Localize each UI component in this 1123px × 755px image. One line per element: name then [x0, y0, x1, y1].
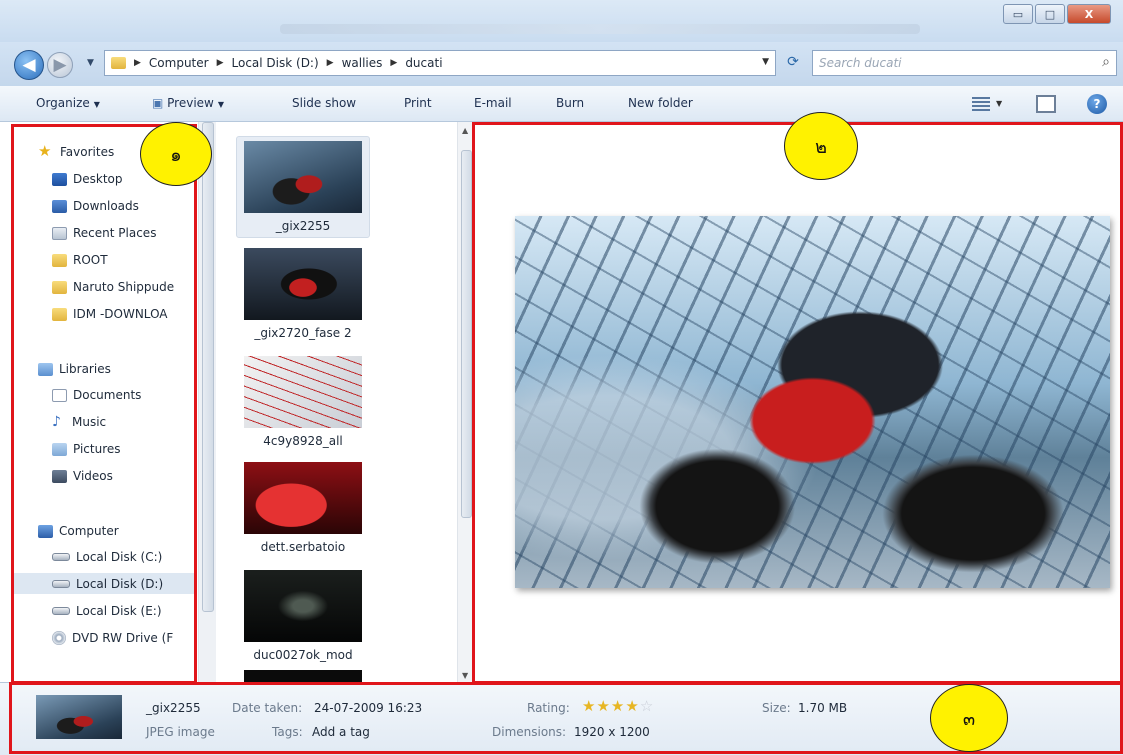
file-name: dett.serbatoio [260, 540, 346, 554]
nav-scroll-thumb[interactable] [202, 122, 214, 612]
command-toolbar: Organize ▼ ▣ Preview ▼ Slide show Print E-… [0, 86, 1123, 122]
highlight-box-navigation [11, 124, 197, 684]
file-thumbnail [244, 356, 362, 428]
scroll-down-icon[interactable]: ▼ [462, 671, 468, 680]
file-name: _gix2720_fase 2 [254, 326, 352, 340]
callout-2: ๒ [784, 112, 858, 180]
highlight-box-preview [472, 122, 1123, 684]
file-thumbnail [244, 248, 362, 320]
forward-button[interactable]: ▶ [47, 52, 73, 78]
breadcrumb-computer[interactable]: Computer [149, 56, 209, 70]
search-input[interactable]: Search ducati ⌕ [812, 50, 1117, 76]
preview-label: Preview [167, 96, 214, 110]
scroll-up-icon[interactable]: ▲ [462, 126, 468, 135]
title-bar: ▭ □ X [0, 0, 1123, 42]
chevron-right-icon[interactable]: ▶ [327, 58, 334, 68]
file-thumbnail [244, 570, 362, 642]
organize-button[interactable]: Organize ▼ [36, 96, 100, 110]
file-list-scroll-thumb[interactable] [461, 150, 472, 518]
maximize-button[interactable]: □ [1035, 4, 1065, 24]
chevron-right-icon[interactable]: ▶ [390, 58, 397, 68]
print-button[interactable]: Print [404, 96, 432, 110]
file-name: 4c9y8928_all [263, 434, 343, 448]
blurred-url-bar [280, 24, 920, 34]
chevron-down-icon: ▼ [93, 100, 100, 109]
slideshow-button[interactable]: Slide show [292, 96, 356, 110]
file-thumbnail [244, 141, 362, 213]
file-item-gix2720[interactable]: _gix2720_fase 2 [236, 244, 370, 344]
file-name: duc0027ok_mod [253, 648, 353, 662]
address-bar[interactable]: ▶ Computer ▶ Local Disk (D:) ▶ wallies ▶… [104, 50, 776, 76]
recent-pages-dropdown[interactable]: ▼ [87, 58, 94, 68]
search-icon[interactable]: ⌕ [1102, 54, 1110, 70]
chevron-down-icon: ▼ [217, 100, 225, 109]
new-folder-button[interactable]: New folder [628, 96, 693, 110]
file-name: _gix2255 [275, 219, 331, 233]
chevron-right-icon[interactable]: ▶ [217, 58, 224, 68]
callout-3: ๓ [930, 684, 1008, 752]
chevron-down-icon[interactable]: ▼ [996, 99, 1002, 108]
preview-icon: ▣ [152, 96, 168, 110]
window-controls: ▭ □ X [1003, 4, 1111, 24]
folder-icon [111, 57, 126, 69]
change-view-icon[interactable] [972, 97, 990, 111]
file-thumbnail [244, 462, 362, 534]
file-item-gix2255[interactable]: _gix2255 [236, 136, 370, 238]
callout-1: ๑ [140, 122, 212, 186]
organize-label: Organize [36, 96, 90, 110]
address-row: ◀ ▶ ▼ ▶ Computer ▶ Local Disk (D:) ▶ wal… [0, 42, 1123, 86]
chevron-right-icon[interactable]: ▶ [134, 58, 141, 68]
preview-button[interactable]: ▣ Preview ▼ [152, 96, 224, 110]
burn-button[interactable]: Burn [556, 96, 584, 110]
file-item-dett-serbatoio[interactable]: dett.serbatoio [236, 458, 370, 558]
breadcrumb-wallies[interactable]: wallies [342, 56, 383, 70]
minimize-button[interactable]: ▭ [1003, 4, 1033, 24]
help-icon[interactable]: ? [1087, 94, 1107, 114]
file-list: _gix2255 _gix2720_fase 2 4c9y8928_all de… [216, 122, 474, 684]
file-item-4c9y8928[interactable]: 4c9y8928_all [236, 352, 370, 452]
breadcrumb-ducati[interactable]: ducati [405, 56, 442, 70]
refresh-button[interactable]: ⟳ [782, 54, 804, 74]
close-button[interactable]: X [1067, 4, 1111, 24]
address-dropdown-icon[interactable]: ▼ [762, 57, 769, 67]
nav-pane-scrollbar[interactable] [198, 122, 216, 682]
breadcrumb-local-disk-d[interactable]: Local Disk (D:) [232, 56, 319, 70]
email-button[interactable]: E-mail [474, 96, 512, 110]
back-button[interactable]: ◀ [14, 50, 44, 80]
search-placeholder: Search ducati [819, 56, 902, 70]
file-item-duc0027ok[interactable]: duc0027ok_mod [236, 566, 370, 666]
preview-pane-toggle-icon[interactable] [1036, 95, 1056, 113]
